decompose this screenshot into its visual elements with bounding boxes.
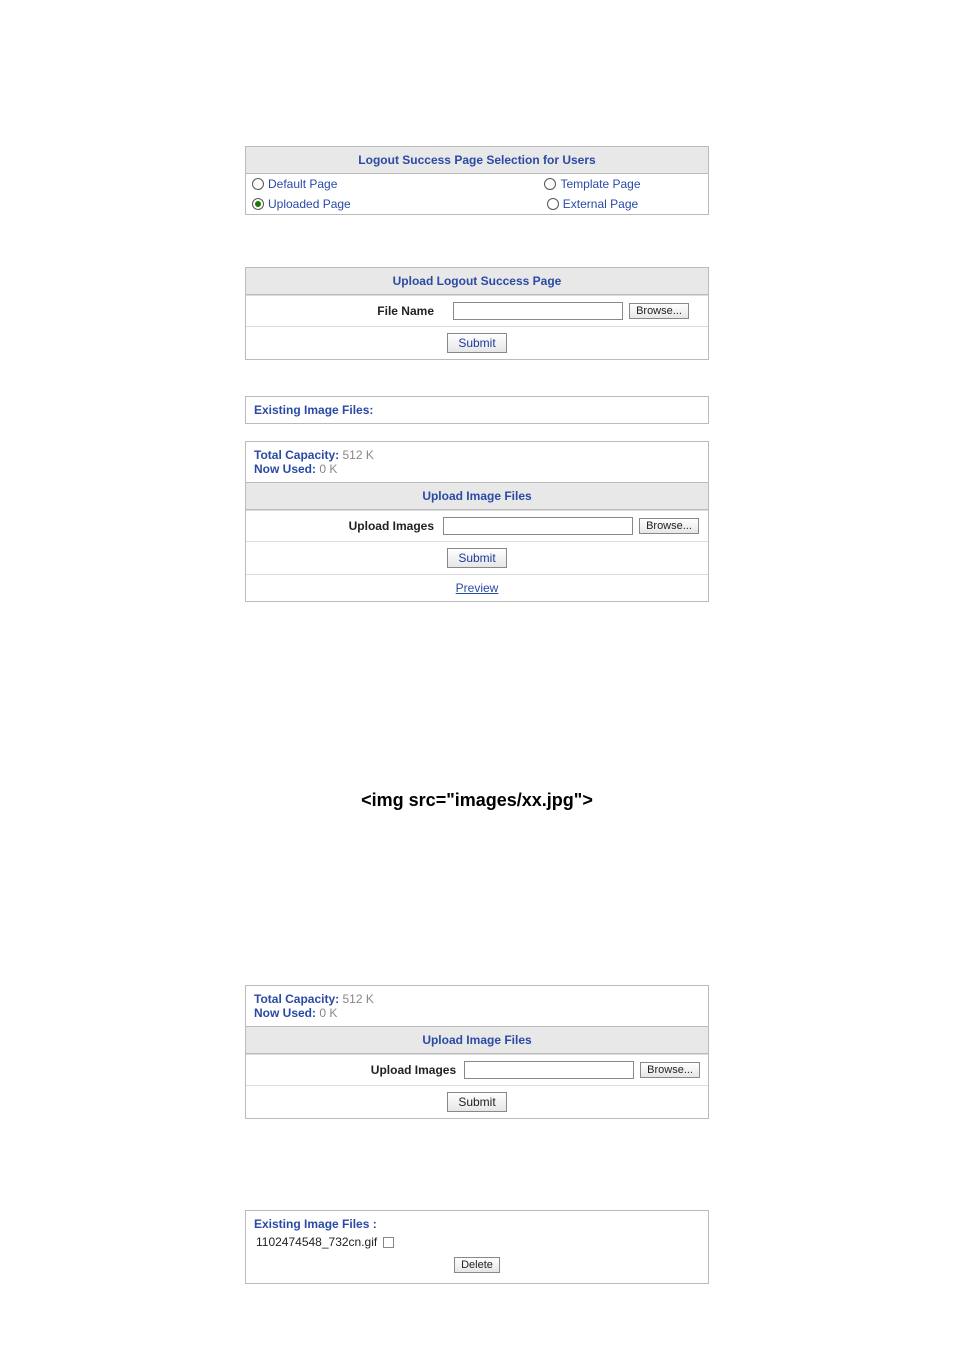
upload-images-label: Upload Images: [254, 519, 442, 533]
capacity-info: Total Capacity: 512 K Now Used: 0 K: [246, 442, 708, 483]
now-used-value: 0 K: [319, 462, 337, 476]
submit-row: Submit: [246, 1085, 708, 1118]
existing-image-files-panel: Existing Image Files:: [245, 396, 709, 424]
radio-label: Default Page: [268, 177, 337, 191]
file-select-checkbox[interactable]: [383, 1237, 394, 1248]
delete-row: Delete: [254, 1257, 700, 1273]
logout-page-selection-panel: Logout Success Page Selection for Users …: [245, 146, 709, 215]
radio-uploaded-page[interactable]: Uploaded Page: [246, 194, 477, 214]
radio-default-page[interactable]: Default Page: [246, 174, 477, 194]
radio-icon: [547, 198, 559, 210]
submit-button[interactable]: Submit: [447, 548, 506, 568]
browse-button[interactable]: Browse...: [640, 1062, 700, 1078]
panel-header: Upload Image Files: [246, 483, 708, 510]
submit-row: Submit: [246, 326, 708, 359]
upload-image-files-panel: Total Capacity: 512 K Now Used: 0 K Uplo…: [245, 441, 709, 602]
upload-images-input[interactable]: [464, 1061, 634, 1079]
submit-row: Submit: [246, 541, 708, 574]
browse-button[interactable]: Browse...: [629, 303, 689, 319]
panel-header: Existing Image Files :: [254, 1217, 700, 1231]
preview-link[interactable]: Preview: [456, 581, 499, 595]
upload-image-files-panel-2: Total Capacity: 512 K Now Used: 0 K Uplo…: [245, 985, 709, 1119]
upload-images-input[interactable]: [443, 517, 633, 535]
file-name-label: File Name: [254, 304, 442, 318]
total-capacity-value: 512 K: [342, 992, 373, 1006]
submit-button[interactable]: Submit: [447, 1092, 506, 1112]
capacity-info: Total Capacity: 512 K Now Used: 0 K: [246, 986, 708, 1027]
now-used-value: 0 K: [319, 1006, 337, 1020]
panel-header: Upload Image Files: [246, 1027, 708, 1054]
upload-row: Upload Images Browse...: [246, 510, 708, 541]
file-name-input[interactable]: [453, 302, 623, 320]
upload-images-label: Upload Images: [254, 1063, 464, 1077]
file-item-row: 1102474548_732cn.gif: [256, 1235, 700, 1249]
radio-template-page[interactable]: Template Page: [477, 174, 708, 194]
radio-label: Template Page: [560, 177, 640, 191]
upload-logout-success-panel: Upload Logout Success Page File Name Bro…: [245, 267, 709, 360]
submit-button[interactable]: Submit: [447, 333, 506, 353]
page-selection-radios: Default Page Template Page Uploaded Page…: [246, 174, 708, 214]
file-name-text: 1102474548_732cn.gif: [256, 1235, 377, 1249]
total-capacity-value: 512 K: [342, 448, 373, 462]
now-used-label: Now Used:: [254, 1006, 316, 1020]
upload-row: Upload Images Browse...: [246, 1054, 708, 1085]
radio-label: Uploaded Page: [268, 197, 351, 211]
radio-icon: [252, 198, 264, 210]
radio-external-page[interactable]: External Page: [477, 194, 708, 214]
now-used-label: Now Used:: [254, 462, 316, 476]
total-capacity-label: Total Capacity:: [254, 448, 339, 462]
radio-icon: [252, 178, 264, 190]
total-capacity-label: Total Capacity:: [254, 992, 339, 1006]
browse-button[interactable]: Browse...: [639, 518, 699, 534]
panel-header: Existing Image Files:: [254, 403, 373, 417]
panel-header: Upload Logout Success Page: [246, 268, 708, 295]
panel-header: Logout Success Page Selection for Users: [246, 147, 708, 174]
existing-image-files-list-panel: Existing Image Files : 1102474548_732cn.…: [245, 1210, 709, 1284]
img-src-code-text: <img src="images/xx.jpg">: [0, 790, 954, 811]
preview-row: Preview: [246, 574, 708, 601]
radio-label: External Page: [563, 197, 638, 211]
delete-button[interactable]: Delete: [454, 1257, 500, 1273]
radio-icon: [544, 178, 556, 190]
file-row: File Name Browse...: [246, 295, 708, 326]
